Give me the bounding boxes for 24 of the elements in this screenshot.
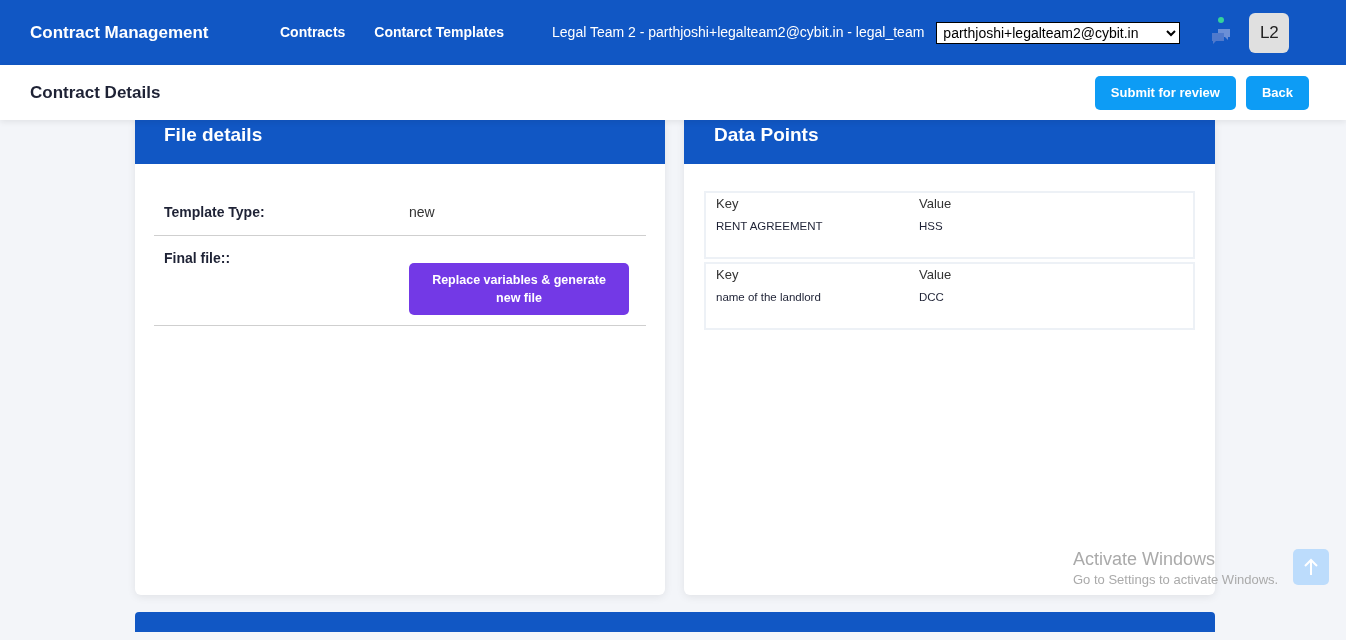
generate-file-button[interactable]: Replace variables & generate new file [409, 263, 629, 315]
user-info: Legal Team 2 - parthjoshi+legalteam2@cybit.in - legal_team [552, 23, 925, 42]
nav-link[interactable]: Contracts [280, 22, 346, 43]
card-title: File details [164, 124, 263, 145]
key-heading: Key [716, 266, 740, 284]
value-text: HSS [919, 219, 944, 235]
page-title: Contract Details [30, 81, 162, 104]
card-title: Data Points [714, 124, 819, 145]
field-label: Template Type: [164, 203, 266, 222]
activation-title: Activate Windows [1073, 548, 1217, 570]
account-select[interactable]: parthjoshi+legalteam2@cybit.in [936, 21, 1181, 44]
nav-link[interactable]: Contarct Templates [374, 22, 505, 43]
arrow-up-icon [1303, 558, 1319, 576]
value-text: DCC [919, 290, 945, 306]
app-title: Contract Management [30, 21, 210, 44]
key-heading: Key [716, 195, 740, 213]
activation-text: Go to Settings to activate Windows. [1073, 571, 1279, 589]
avatar[interactable]: L2 [1249, 12, 1290, 53]
field-label: Final file:: [164, 249, 232, 268]
value-heading: Value [919, 195, 953, 213]
field-value: new [409, 203, 435, 222]
key-text: name of the landlord [716, 290, 822, 306]
key-text: RENT AGREEMENT [716, 219, 824, 235]
value-heading: Value [919, 266, 953, 284]
